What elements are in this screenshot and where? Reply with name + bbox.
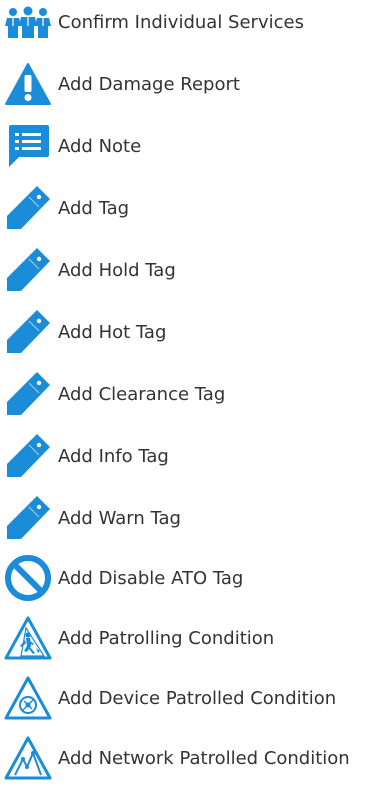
tag-icon [2,368,54,420]
menu-item-label: Add Network Patrolled Condition [58,747,350,769]
note-bubble-icon [2,120,54,172]
menu-item-label: Add Note [58,135,142,157]
tag-icon [2,492,54,544]
menu-item-label: Add Device Patrolled Condition [58,687,337,709]
menu-item-label: Add Disable ATO Tag [58,567,244,589]
menu-item-add-patrolling-condition[interactable]: Add Patrolling Condition [0,610,365,666]
patrol-triangle-icon [2,612,54,664]
menu-item-add-warn-tag[interactable]: Add Warn Tag [0,490,365,546]
menu-item-add-disable-ato-tag[interactable]: Add Disable ATO Tag [0,550,365,606]
people-group-icon [2,0,54,48]
tag-icon [2,306,54,358]
menu-item-label: Add Damage Report [58,73,240,95]
menu-item-add-hot-tag[interactable]: Add Hot Tag [0,304,365,360]
menu-item-add-damage-report[interactable]: Add Damage Report [0,56,365,112]
menu-item-label: Add Tag [58,197,130,219]
tag-icon [2,244,54,296]
prohibited-icon [2,552,54,604]
menu-item-add-note[interactable]: Add Note [0,118,365,174]
device-patrol-triangle-icon [2,672,54,724]
menu-item-add-hold-tag[interactable]: Add Hold Tag [0,242,365,298]
tag-icon [2,182,54,234]
menu-item-label: Add Warn Tag [58,507,181,529]
menu-item-label: Add Clearance Tag [58,383,226,405]
menu-item-label: Add Info Tag [58,445,169,467]
menu-item-add-network-patrolled-condition[interactable]: Add Network Patrolled Condition [0,730,365,786]
menu-item-add-device-patrolled-condition[interactable]: Add Device Patrolled Condition [0,670,365,726]
network-patrol-triangle-icon [2,732,54,784]
warning-triangle-icon [2,58,54,110]
menu-item-add-info-tag[interactable]: Add Info Tag [0,428,365,484]
menu-item-label: Add Hold Tag [58,259,176,281]
menu-item-add-clearance-tag[interactable]: Add Clearance Tag [0,366,365,422]
menu-item-label: Confirm Individual Services [58,11,304,33]
tag-icon [2,430,54,482]
menu-item-add-tag[interactable]: Add Tag [0,180,365,236]
menu-item-label: Add Hot Tag [58,321,167,343]
menu-item-confirm-individual-services[interactable]: Confirm Individual Services [0,0,365,50]
menu-item-label: Add Patrolling Condition [58,627,275,649]
